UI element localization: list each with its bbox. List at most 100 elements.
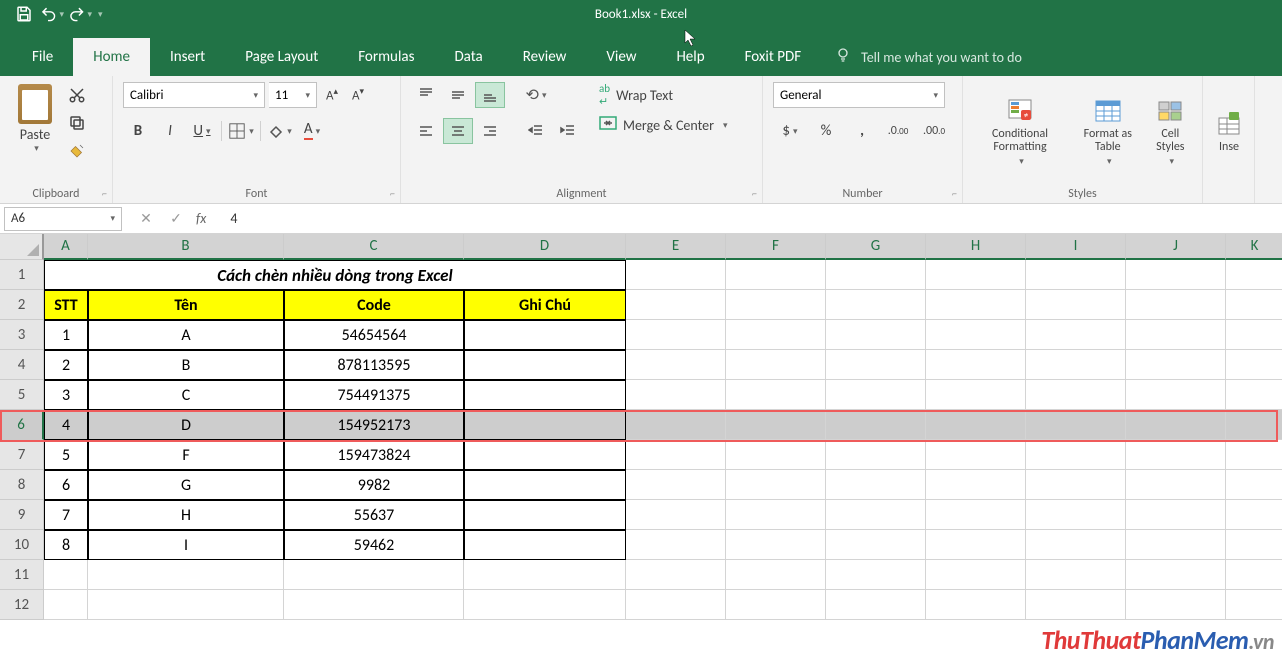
cell[interactable] [626, 560, 726, 590]
column-header-K[interactable]: K [1226, 234, 1282, 260]
cell[interactable] [826, 290, 926, 320]
cell[interactable]: G [88, 470, 284, 500]
column-header-I[interactable]: I [1026, 234, 1126, 260]
cell[interactable] [826, 440, 926, 470]
cell[interactable]: 3 [44, 380, 88, 410]
cell[interactable] [464, 500, 626, 530]
cell[interactable] [1126, 530, 1226, 560]
cell[interactable] [1226, 350, 1282, 380]
cell[interactable] [88, 590, 284, 620]
qat-customize-icon[interactable]: ▾ [96, 9, 103, 20]
conditional-formatting-button[interactable]: ≠ Conditional Formatting▾ [969, 80, 1071, 183]
format-as-table-button[interactable]: Format as Table▾ [1071, 80, 1145, 183]
cell[interactable] [1226, 500, 1282, 530]
cell[interactable]: D [88, 410, 284, 440]
cell[interactable] [1126, 350, 1226, 380]
tab-help[interactable]: Help [656, 38, 724, 76]
cell[interactable] [926, 290, 1026, 320]
cell[interactable]: 154952173 [284, 410, 464, 440]
accounting-format-button[interactable]: $▾ [773, 118, 807, 144]
align-top-button[interactable] [411, 82, 441, 108]
decrease-indent-button[interactable] [521, 118, 551, 144]
tab-insert[interactable]: Insert [150, 38, 225, 76]
cell[interactable] [726, 500, 826, 530]
borders-button[interactable]: ▾ [226, 118, 256, 144]
copy-button[interactable] [64, 112, 90, 134]
align-middle-button[interactable] [443, 82, 473, 108]
cell[interactable] [926, 410, 1026, 440]
row-header-11[interactable]: 11 [0, 560, 44, 590]
cell[interactable] [826, 530, 926, 560]
cell[interactable] [826, 260, 926, 290]
cell[interactable] [626, 380, 726, 410]
row-header-7[interactable]: 7 [0, 440, 44, 470]
cell[interactable] [1226, 380, 1282, 410]
cell[interactable] [626, 590, 726, 620]
cell[interactable] [1226, 320, 1282, 350]
cell[interactable] [1126, 260, 1226, 290]
cell[interactable] [826, 560, 926, 590]
cell[interactable] [826, 350, 926, 380]
cell[interactable] [726, 350, 826, 380]
cell[interactable] [1026, 260, 1126, 290]
enter-formula-button[interactable]: ✓ [166, 210, 186, 227]
increase-decimal-button[interactable]: .0.00 [881, 118, 915, 144]
column-header-B[interactable]: B [88, 234, 284, 260]
row-header-12[interactable]: 12 [0, 590, 44, 620]
number-dialog-launcher[interactable]: ⌐ [952, 187, 957, 200]
select-all-button[interactable] [0, 234, 44, 260]
cell-grid[interactable]: Cách chèn nhiều dòng trong ExcelSTTTênCo… [44, 260, 1282, 620]
cut-button[interactable] [64, 84, 90, 106]
cell[interactable] [726, 440, 826, 470]
cell[interactable] [1026, 350, 1126, 380]
row-header-1[interactable]: 1 [0, 260, 44, 290]
formula-input[interactable]: 4 [206, 210, 237, 227]
cell[interactable] [1226, 590, 1282, 620]
percent-format-button[interactable]: % [809, 118, 843, 144]
row-header-9[interactable]: 9 [0, 500, 44, 530]
cell[interactable]: 1 [44, 320, 88, 350]
column-header-F[interactable]: F [726, 234, 826, 260]
cell[interactable] [88, 560, 284, 590]
column-header-A[interactable]: A [44, 234, 88, 260]
cell[interactable] [626, 410, 726, 440]
cell[interactable] [926, 590, 1026, 620]
cell[interactable] [1226, 290, 1282, 320]
cell[interactable] [1126, 440, 1226, 470]
align-bottom-button[interactable] [475, 82, 505, 108]
cell[interactable] [726, 590, 826, 620]
cell[interactable] [726, 410, 826, 440]
column-header-E[interactable]: E [626, 234, 726, 260]
cell[interactable]: 4 [44, 410, 88, 440]
redo-button[interactable]: ▾ [68, 3, 92, 25]
alignment-dialog-launcher[interactable]: ⌐ [752, 187, 757, 200]
cell[interactable] [1026, 530, 1126, 560]
tab-file[interactable]: File [12, 38, 73, 76]
cell[interactable] [926, 530, 1026, 560]
cell[interactable] [1226, 440, 1282, 470]
cell[interactable]: 2 [44, 350, 88, 380]
cell[interactable]: 878113595 [284, 350, 464, 380]
cell[interactable] [1126, 380, 1226, 410]
cell[interactable]: Tên [88, 290, 284, 320]
cell[interactable]: A [88, 320, 284, 350]
cell[interactable] [926, 350, 1026, 380]
undo-button[interactable]: ▾ [40, 3, 64, 25]
font-dialog-launcher[interactable]: ⌐ [390, 187, 395, 200]
tell-me-search[interactable]: Tell me what you want to do [821, 39, 1036, 76]
row-header-8[interactable]: 8 [0, 470, 44, 500]
cell[interactable] [626, 290, 726, 320]
cell[interactable] [464, 350, 626, 380]
cell[interactable] [1126, 560, 1226, 590]
cell[interactable]: B [88, 350, 284, 380]
cell[interactable] [1126, 410, 1226, 440]
tab-formulas[interactable]: Formulas [338, 38, 434, 76]
insert-cells-button[interactable]: Inse [1209, 80, 1249, 183]
row-header-10[interactable]: 10 [0, 530, 44, 560]
fx-icon[interactable]: fx [196, 210, 206, 227]
cell[interactable]: 8 [44, 530, 88, 560]
cell[interactable] [1126, 470, 1226, 500]
row-header-3[interactable]: 3 [0, 320, 44, 350]
cell[interactable] [1226, 470, 1282, 500]
cell[interactable]: 6 [44, 470, 88, 500]
